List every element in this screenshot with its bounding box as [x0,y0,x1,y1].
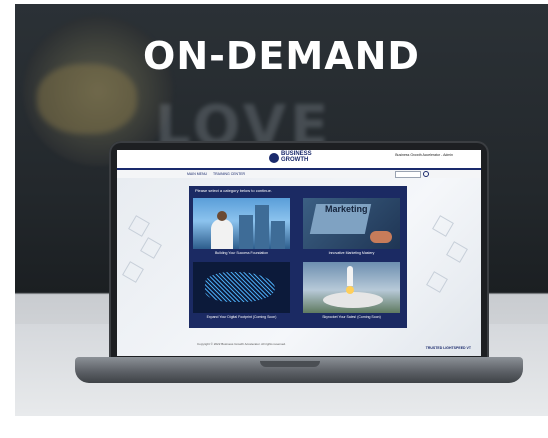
nav-training-center[interactable]: TRAINING CENTER [213,172,245,176]
category-tile-marketing-mastery[interactable]: Marketing [303,198,400,249]
network-map [205,272,275,302]
tile-label: Building Your Success Foundation [214,251,269,255]
laptop-screen: BUSINESS GROWTH Business Growth Accelera… [117,150,481,356]
category-tile-digital-footprint[interactable] [193,262,290,313]
headline: ON-DEMAND [143,34,420,78]
site-logo[interactable]: BUSINESS GROWTH [269,151,329,167]
logo-text-line2: GROWTH [281,157,309,163]
smoke-cloud [323,292,383,308]
businessman-head [217,211,227,221]
category-tile-success-foundation[interactable] [193,198,290,249]
hex-decoration [122,261,144,283]
footer-copyright: Copyright © 2022 Business Growth Acceler… [197,342,286,346]
hex-decoration [432,215,454,237]
hand-shape [370,231,392,243]
building-shape [239,215,253,249]
category-panel: Please select a category below to contin… [189,186,407,328]
panel-title: Please select a category below to contin… [195,188,272,193]
tile-label: Innovative Marketing Mastery [328,251,375,255]
footer-logo[interactable]: TRUSTED LIGHTSPEED VT [426,346,471,350]
search-icon[interactable] [423,171,429,177]
hex-decoration [446,241,468,263]
tile-label: Expand Your Digital Footprint (Coming So… [206,315,277,319]
user-area[interactable]: Business Growth Accelerator - Admin [395,153,453,157]
marketing-word: Marketing [325,204,368,214]
businessman-figure [211,219,233,249]
category-tile-skyrocket-sales[interactable] [303,262,400,313]
hex-decoration [140,237,162,259]
nav-main-menu[interactable]: MAIN MENU [187,172,207,176]
search-input[interactable] [395,171,421,178]
tile-label: Skyrocket Your Sales! (Coming Soon) [322,315,381,319]
hex-decoration [426,271,448,293]
building-shape [271,221,285,249]
hex-decoration [128,215,150,237]
flame-shape [346,286,354,294]
site-header: BUSINESS GROWTH Business Growth Accelera… [117,150,481,170]
building-shape [255,205,269,249]
laptop-notch [260,361,320,367]
rocket-icon [347,266,353,286]
globe-icon [269,153,279,163]
